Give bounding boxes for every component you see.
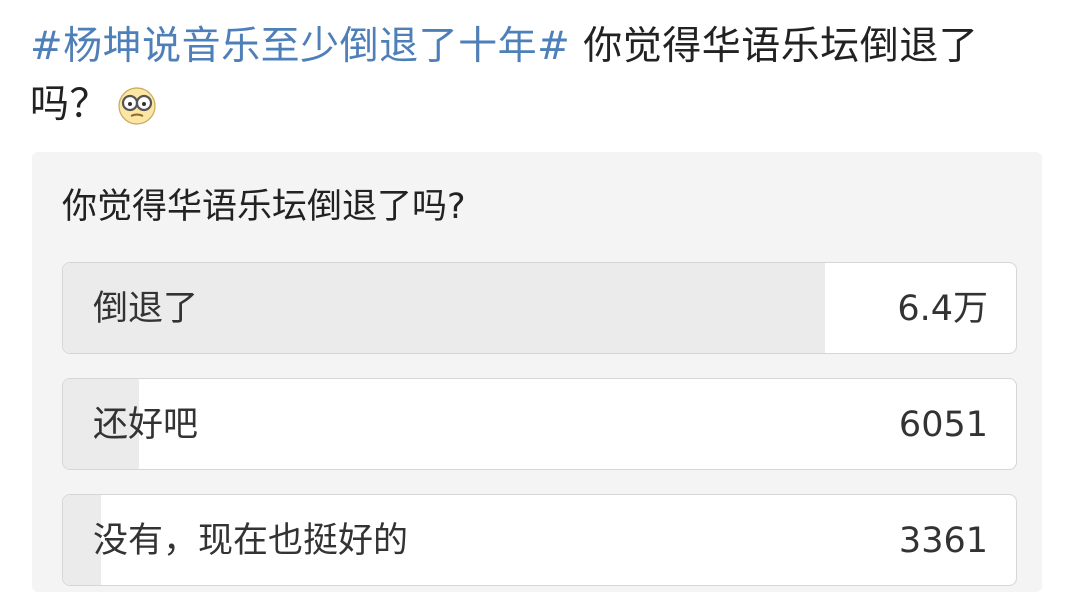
post-text: #杨坤说音乐至少倒退了十年# 你觉得华语乐坛倒退了吗？ [30,18,1050,134]
option-count: 3361 [898,521,988,561]
poll-card: 你觉得华语乐坛倒退了吗? 倒退了 6.4万 还好吧 6051 没有，现在也挺好的… [32,152,1042,592]
option-count: 6051 [898,405,988,445]
poll-option-1[interactable]: 倒退了 6.4万 [62,262,1017,354]
option-label: 还好吧 [93,405,199,445]
option-count: 6.4万 [897,289,988,329]
option-label: 没有，现在也挺好的 [93,521,409,561]
poll-option-3[interactable]: 没有，现在也挺好的 3361 [62,494,1017,586]
poll-option-2[interactable]: 还好吧 6051 [62,378,1017,470]
hashtag-link[interactable]: #杨坤说音乐至少倒退了十年# [30,24,570,69]
poll-question: 你觉得华语乐坛倒退了吗? [62,187,466,227]
nerd-glasses-emoji-icon [117,85,157,125]
option-label: 倒退了 [93,289,199,329]
